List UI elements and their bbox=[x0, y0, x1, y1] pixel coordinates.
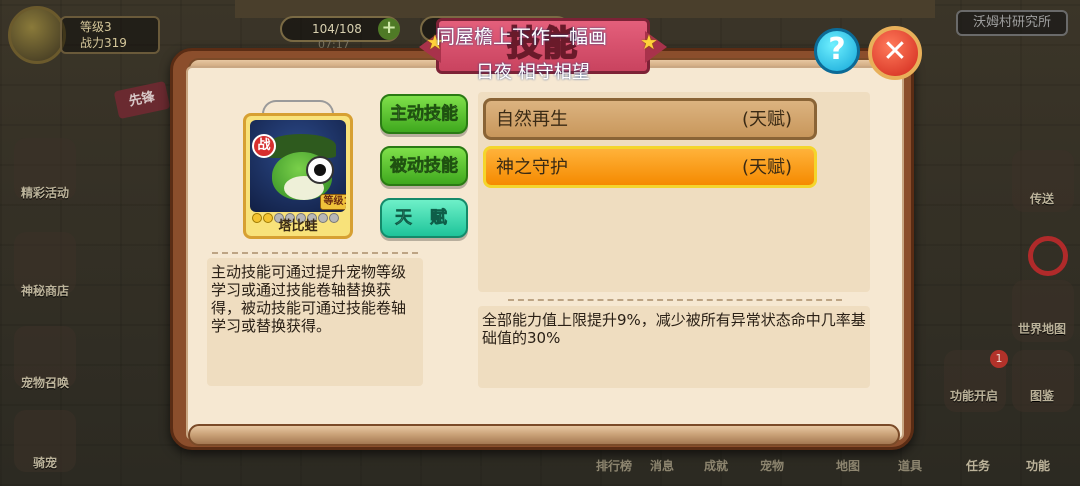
bottom-tab-map[interactable]: 地图 bbox=[836, 457, 860, 474]
skill-item-natural-regeneration[interactable]: 自然再生 (天赋) bbox=[483, 98, 817, 140]
skill-help-text: 主动技能可通过提升宠物等级学习或通过技能卷轴替换获得，被动技能可通过技能卷轴学习… bbox=[207, 258, 423, 386]
bottom-tab-functions[interactable]: 功能 bbox=[1026, 457, 1050, 474]
player-level: 等级3 bbox=[80, 20, 112, 34]
frog-pupil bbox=[314, 164, 326, 176]
right-divider bbox=[508, 299, 842, 301]
skill-name: 自然再生 bbox=[496, 109, 568, 130]
close-button[interactable]: ✕ bbox=[868, 26, 922, 80]
question-icon: ? bbox=[828, 32, 846, 67]
skill-name: 神之守护 bbox=[496, 157, 568, 178]
pet-portrait: 战 等级1 bbox=[250, 120, 346, 212]
scroll-bottom-roll bbox=[188, 424, 900, 446]
tab-talent[interactable]: 天赋 bbox=[380, 198, 468, 238]
card-hanger bbox=[262, 100, 334, 114]
location-button[interactable]: 沃姆村研究所 bbox=[956, 10, 1068, 36]
player-power: 战力319 bbox=[80, 36, 127, 50]
player-info: 等级3 战力319 bbox=[60, 16, 160, 54]
skill-tag: (天赋) bbox=[741, 109, 792, 130]
notification-badge: 1 bbox=[990, 350, 1008, 368]
help-button[interactable]: ? bbox=[814, 28, 860, 74]
player-avatar[interactable] bbox=[8, 6, 66, 64]
stamina-value: 104/108 bbox=[312, 22, 362, 36]
overlay-caption: 同屋檐上下作一幅画 bbox=[436, 26, 608, 48]
bottom-tab-achievements[interactable]: 成就 bbox=[704, 457, 728, 474]
lollipop-icon[interactable] bbox=[1028, 236, 1068, 276]
stamina-plus-button[interactable]: + bbox=[378, 18, 400, 40]
role-badge: 战 bbox=[252, 134, 276, 158]
menu-mount-label: 骑宠 bbox=[32, 456, 57, 470]
skill-description: 全部能力值上限提升9%，减少被所有异常状态命中几率基础值的30% bbox=[478, 306, 870, 388]
menu-events-label: 精彩活动 bbox=[20, 186, 69, 200]
skill-tag: (天赋) bbox=[741, 157, 792, 178]
close-x-icon: ✕ bbox=[882, 34, 908, 69]
bottom-tab-quests[interactable]: 任务 bbox=[966, 457, 990, 474]
menu-world-map-label: 世界地图 bbox=[1017, 322, 1066, 336]
left-divider bbox=[212, 252, 418, 254]
bottom-tab-pets[interactable]: 宠物 bbox=[760, 457, 784, 474]
tab-passive-skills[interactable]: 被动技能 bbox=[380, 146, 468, 186]
bottom-tab-items[interactable]: 道具 bbox=[898, 457, 922, 474]
menu-codex-label: 图鉴 bbox=[1029, 389, 1054, 403]
skill-item-divine-protection[interactable]: 神之守护 (天赋) bbox=[483, 146, 817, 188]
overlay-subcaption: 日夜 相守相望 bbox=[476, 62, 590, 83]
pet-card[interactable]: 战 等级1 塔比蛙 bbox=[243, 113, 353, 239]
bottom-tab-ranking[interactable]: 排行榜 bbox=[596, 457, 632, 474]
menu-summon-label: 宠物召唤 bbox=[20, 376, 69, 390]
tab-active-skills[interactable]: 主动技能 bbox=[380, 94, 468, 134]
menu-teleport-label: 传送 bbox=[1029, 192, 1054, 206]
menu-shop-label: 神秘商店 bbox=[20, 284, 69, 298]
bottom-tab-messages[interactable]: 消息 bbox=[650, 457, 674, 474]
pet-name: 塔比蛙 bbox=[278, 219, 318, 234]
